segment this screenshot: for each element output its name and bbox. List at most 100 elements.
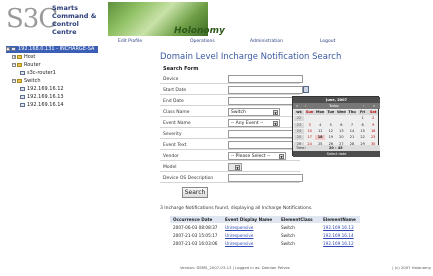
nav-operations[interactable]: Operations <box>190 39 215 44</box>
table-cell: Switch <box>281 233 295 238</box>
calendar-icon[interactable] <box>303 86 309 93</box>
collapse-icon: − <box>12 62 16 67</box>
computer-icon <box>20 86 25 91</box>
next-year-button[interactable]: » <box>373 103 375 109</box>
calendar-day[interactable]: 13 <box>336 129 346 134</box>
field-class-name: Class Name Switch ▼ <box>160 108 300 117</box>
calendar-dow: Sun <box>304 110 315 115</box>
tree-item-switch[interactable]: − Switch <box>12 78 41 85</box>
event-link[interactable]: Unresponsive <box>222 224 278 231</box>
calendar-day <box>347 116 357 121</box>
calendar-day[interactable]: 1 <box>358 116 368 121</box>
calendar-day[interactable]: 21 <box>347 135 357 140</box>
os-description-input[interactable] <box>228 174 303 182</box>
calendar-day[interactable]: 18 <box>315 135 326 141</box>
calendar-day[interactable]: 16 <box>368 129 378 134</box>
today-button[interactable]: Today <box>329 103 339 109</box>
tree-item-root[interactable]: −192.168.0.131 - INCHARGE-SA <box>6 46 99 53</box>
event-link[interactable]: Unresponsive <box>222 240 278 247</box>
calendar-day[interactable]: 17 <box>305 135 315 140</box>
nav-administration[interactable]: Administration <box>250 39 283 44</box>
field-os-description: Device OS Description <box>160 174 303 183</box>
calendar-day[interactable]: 12 <box>326 129 336 134</box>
calendar-day[interactable]: 11 <box>315 129 325 134</box>
chevron-down-icon: ▼ <box>235 165 240 170</box>
computer-icon <box>11 46 16 51</box>
folder-icon <box>17 62 22 67</box>
field-model: Model ▼ <box>160 163 300 172</box>
calendar-day[interactable]: 8 <box>358 123 368 128</box>
prev-month-button[interactable]: ‹ <box>305 103 306 109</box>
tree-item-host[interactable]: + Host <box>12 54 35 61</box>
tree-item-s3c-router1[interactable]: s3c-router1 <box>20 70 56 77</box>
next-month-button[interactable]: › <box>363 103 364 109</box>
field-device: Device <box>160 75 303 84</box>
calendar-day[interactable]: 3 <box>305 123 315 128</box>
logo: S3C <box>6 4 58 34</box>
collapse-icon: − <box>6 46 10 51</box>
class-name-select[interactable]: Switch ▼ <box>228 108 280 116</box>
table-cell: 2007-21-03 16:03:06 <box>173 241 218 246</box>
search-button[interactable]: Search <box>182 187 208 198</box>
computer-icon <box>20 102 25 107</box>
calendar-week-number: 23 <box>294 122 304 128</box>
element-link[interactable]: 192.169.16.12 <box>320 240 360 247</box>
tree-item-device[interactable]: 192.169.16.13 <box>20 94 64 101</box>
tree-item-device[interactable]: 192.169.16.14 <box>20 102 64 109</box>
calendar-day[interactable]: 19 <box>326 135 336 140</box>
table-cell: Switch <box>281 241 295 246</box>
calendar-dow: Mon <box>315 110 326 115</box>
calendar-day[interactable]: 2 <box>368 116 378 121</box>
banner-brand: Holonomy <box>174 26 225 36</box>
start-date-input[interactable] <box>228 86 303 94</box>
calendar-day[interactable]: 22 <box>358 135 368 140</box>
vendor-select[interactable]: -- Please Select -- ▼ <box>228 152 286 160</box>
calendar-day[interactable]: 6 <box>336 123 346 128</box>
calendar-day <box>305 116 315 121</box>
calendar-dow: Fri <box>357 110 368 115</box>
nav-edit-profile[interactable]: Edit Profile <box>118 39 142 44</box>
calendar-day[interactable]: 7 <box>347 123 357 128</box>
calendar-day[interactable]: 14 <box>347 129 357 134</box>
nav-logout[interactable]: Logout <box>320 39 335 44</box>
calendar-week-number: 22 <box>294 116 304 122</box>
calendar-day <box>326 116 336 121</box>
calendar-day[interactable]: 10 <box>305 129 315 134</box>
element-link[interactable]: 192.169.16.13 <box>320 224 360 231</box>
event-name-select[interactable]: -- Any Event -- ▼ <box>228 119 280 127</box>
field-end-date: End Date <box>160 97 303 106</box>
event-link[interactable]: Unresponsive <box>222 232 278 239</box>
chevron-down-icon: ▼ <box>273 121 278 126</box>
field-vendor: Vendor -- Please Select -- ▼ <box>160 152 300 161</box>
model-select[interactable]: ▼ <box>228 163 242 171</box>
expand-icon: + <box>12 54 16 59</box>
field-event-text: Event Text <box>160 141 303 150</box>
calendar-day[interactable]: 5 <box>326 123 336 128</box>
footer: Version: DSMS_2007-03-13 | Logged in as:… <box>0 264 433 272</box>
element-link[interactable]: 192.169.16.14 <box>320 232 360 239</box>
calendar-day[interactable]: 23 <box>368 135 378 140</box>
table-header: ElementClass <box>278 216 320 223</box>
chevron-down-icon: ▼ <box>273 110 278 115</box>
calendar-week-number: 25 <box>294 135 304 141</box>
computer-icon <box>20 70 25 75</box>
table-cell: 2007-06-03 08:08:37 <box>173 225 218 230</box>
footer-copyright: | (c) 2007 Holonomy <box>392 265 431 270</box>
table-cell: Switch <box>281 225 295 230</box>
computer-icon <box>20 94 25 99</box>
calendar-dow: Sat <box>368 110 379 115</box>
calendar-dow: wk <box>294 110 304 115</box>
tree-item-router[interactable]: − Router <box>12 62 41 69</box>
device-input[interactable] <box>228 75 303 83</box>
prev-year-button[interactable]: « <box>296 103 298 109</box>
calendar-day[interactable]: 4 <box>315 123 325 128</box>
calendar-dow: Thu <box>347 110 357 115</box>
calendar-day[interactable]: 15 <box>358 129 368 134</box>
collapse-icon: − <box>12 78 16 83</box>
calendar-day[interactable]: 20 <box>336 135 346 140</box>
date-picker: June, 2007 « ‹ Today › » wk Sun Mon Tue Wed T… <box>292 96 380 157</box>
tree-item-device[interactable]: 192.169.16.12 <box>20 86 64 93</box>
form-title: Search Form <box>163 66 199 72</box>
table-header: ElementName <box>320 216 360 223</box>
calendar-day[interactable]: 9 <box>368 123 378 128</box>
